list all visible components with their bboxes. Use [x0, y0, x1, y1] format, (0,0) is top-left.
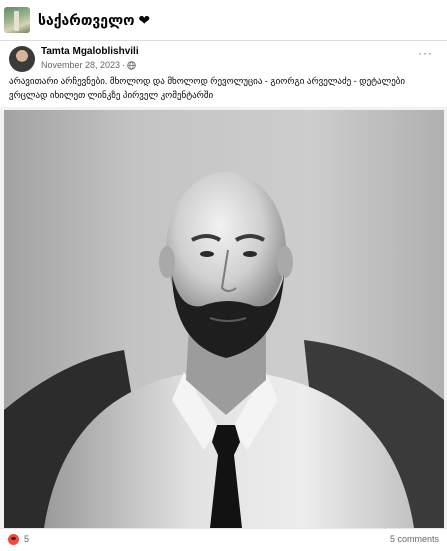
- group-name[interactable]: საქართველო ❤: [38, 12, 150, 29]
- meta-separator: ·: [122, 60, 126, 70]
- globe-icon: [127, 60, 136, 70]
- author-name[interactable]: Tamta Mgaloblishvili: [41, 46, 139, 57]
- post-date[interactable]: November 28, 2023: [41, 60, 120, 70]
- author-avatar[interactable]: [9, 46, 35, 72]
- post-meta: November 28, 2023 ·: [41, 60, 136, 70]
- comments-count[interactable]: 5 comments: [390, 534, 439, 544]
- group-header: საქართველო ❤: [0, 0, 447, 41]
- more-options-icon[interactable]: ···: [418, 46, 433, 60]
- post-caption: არავითარი არჩევნები. მხოლოდ და მხოლოდ რე…: [9, 76, 406, 100]
- reaction-count[interactable]: 5: [24, 534, 29, 544]
- post-photo[interactable]: [4, 110, 444, 528]
- group-thumbnail[interactable]: [4, 7, 30, 33]
- portrait-image: [4, 110, 444, 528]
- post-header: Tamta Mgaloblishvili November 28, 2023 ·…: [0, 41, 447, 107]
- angry-reaction-icon[interactable]: [8, 534, 19, 545]
- post-footer: 5 5 comments: [0, 528, 447, 551]
